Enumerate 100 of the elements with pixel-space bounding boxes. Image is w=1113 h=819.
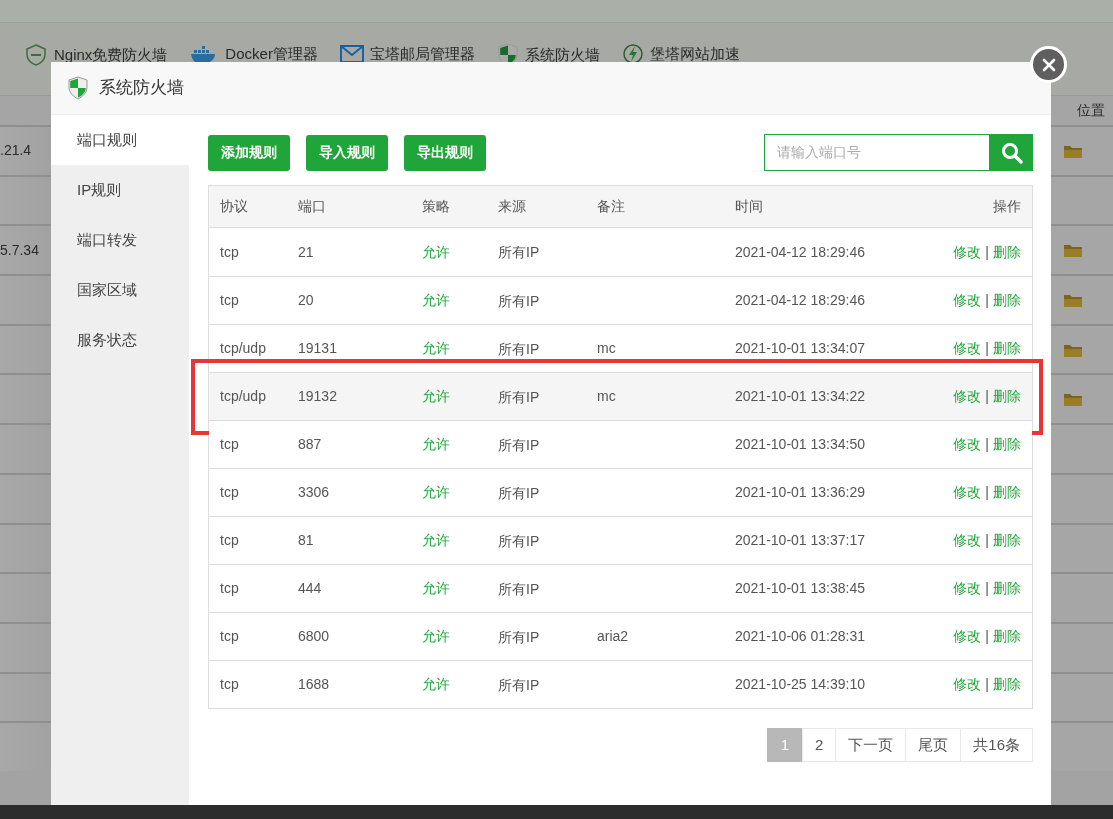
column-header: 备注 — [597, 198, 625, 214]
table-cell: tcp — [220, 676, 239, 692]
table-cell: 2021-10-25 14:39:10 — [735, 676, 865, 692]
version-text: .21.4 — [0, 141, 32, 161]
search-icon — [1000, 141, 1023, 164]
dialog-title: 系统防火墙 — [99, 77, 184, 100]
table-cell: tcp — [220, 484, 239, 500]
table-cell: 2021-10-06 01:28:31 — [735, 628, 865, 644]
delete-link[interactable]: 删除 — [993, 436, 1021, 452]
plugin-label: 宝塔邮局管理器 — [369, 44, 475, 64]
table-cell: 允许 — [422, 580, 450, 596]
table-cell: 2021-10-01 13:34:50 — [735, 436, 865, 452]
table-cell: 所有IP — [498, 244, 540, 260]
shield-icon — [67, 76, 89, 100]
delete-link[interactable]: 删除 — [993, 676, 1021, 692]
separator-text: | — [985, 436, 989, 452]
separator-text: | — [985, 340, 989, 356]
delete-link[interactable]: 删除 — [993, 340, 1021, 356]
separator-text: | — [985, 484, 989, 500]
page-link[interactable]: 下一页 — [835, 728, 907, 762]
table-cell: mc — [597, 388, 616, 404]
separator-text: | — [985, 628, 989, 644]
table-cell: 所有IP — [498, 389, 540, 405]
edit-link[interactable]: 修改 — [953, 243, 982, 260]
table-cell: 2021-04-12 18:29:46 — [735, 292, 865, 308]
separator-text: | — [985, 388, 989, 404]
edit-link[interactable]: 修改 — [953, 436, 982, 452]
folder-icon — [1063, 391, 1083, 408]
table-cell: 所有IP — [498, 677, 540, 693]
column-header: 端口 — [298, 198, 326, 214]
table-cell: 所有IP — [498, 629, 540, 645]
waf-shield-icon — [24, 43, 48, 67]
table-cell: 81 — [298, 532, 314, 548]
table-cell: 允许 — [422, 676, 450, 692]
edit-link[interactable]: 修改 — [953, 580, 982, 596]
delete-link[interactable]: 删除 — [993, 388, 1021, 404]
table-cell: 2021-10-01 13:34:07 — [735, 340, 865, 356]
table-cell: 允许 — [422, 243, 450, 260]
table-cell: 所有IP — [498, 293, 540, 309]
sidebar-tab[interactable]: IP规则 — [51, 165, 189, 215]
edit-link[interactable]: 修改 — [953, 628, 982, 644]
table-cell: 所有IP — [498, 581, 540, 597]
plugin-label: 系统防火墙 — [524, 44, 600, 65]
table-cell: 允许 — [422, 484, 450, 500]
sidebar-tab[interactable]: 端口转发 — [51, 215, 189, 265]
separator-text: | — [985, 243, 989, 260]
separator-text: | — [985, 580, 989, 596]
column-header: 协议 — [220, 198, 248, 214]
separator-text: | — [985, 676, 989, 692]
sidebar-tab[interactable]: 服务状态 — [51, 315, 189, 365]
delete-link[interactable]: 删除 — [993, 580, 1021, 596]
table-cell: tcp — [220, 292, 239, 308]
search-field[interactable]: 请输入端口号 — [764, 134, 990, 171]
table-cell: 所有IP — [498, 485, 540, 501]
sidebar-tab[interactable]: 国家区域 — [51, 265, 189, 315]
delete-link[interactable]: 删除 — [993, 292, 1021, 308]
table-cell: tcp — [220, 628, 239, 644]
delete-link[interactable]: 删除 — [993, 484, 1021, 500]
table-cell: 所有IP — [498, 341, 540, 357]
page-link[interactable]: 尾页 — [905, 728, 962, 762]
delete-link[interactable]: 删除 — [993, 532, 1021, 548]
table-cell: 6800 — [298, 628, 330, 644]
search-button[interactable] — [990, 134, 1033, 171]
table-cell: 允许 — [422, 388, 450, 404]
edit-link[interactable]: 修改 — [953, 676, 982, 692]
edit-link[interactable]: 修改 — [953, 532, 982, 548]
table-cell: 2021-04-12 18:29:46 — [735, 243, 865, 260]
action-button[interactable]: 导出规则 — [404, 134, 486, 171]
table-cell: 所有IP — [498, 533, 540, 549]
action-button[interactable]: 添加规则 — [208, 134, 290, 171]
sidebar-tab[interactable]: 端口规则 — [51, 115, 189, 165]
close-icon — [1041, 57, 1056, 72]
column-header: 来源 — [498, 198, 526, 214]
table-cell: 20 — [298, 292, 314, 308]
edit-link[interactable]: 修改 — [953, 388, 982, 404]
table-cell: 允许 — [422, 292, 450, 308]
table-cell: tcp — [220, 532, 239, 548]
page-link[interactable]: 1 — [766, 728, 803, 762]
table-cell: tcp — [220, 436, 239, 452]
table-cell: 444 — [298, 580, 322, 596]
edit-link[interactable]: 修改 — [953, 484, 982, 500]
table-cell: 2021-10-01 13:34:22 — [735, 388, 865, 404]
table-cell: 允许 — [422, 340, 450, 356]
plugin-label: Nginx免费防火墙 — [54, 44, 168, 65]
delete-link[interactable]: 删除 — [993, 628, 1021, 644]
edit-link[interactable]: 修改 — [953, 292, 982, 308]
table-cell: 2021-10-01 13:38:45 — [735, 580, 865, 596]
action-button[interactable]: 导入规则 — [306, 134, 388, 171]
column-header: 时间 — [735, 198, 763, 214]
table-cell: 21 — [298, 243, 314, 260]
separator-text: | — [985, 532, 989, 548]
table-cell: tcp/udp — [220, 340, 266, 356]
table-cell: mc — [597, 340, 616, 356]
mail-icon — [339, 44, 364, 65]
column-header: 策略 — [422, 198, 450, 214]
table-cell: 19132 — [298, 388, 337, 404]
table-cell: 19131 — [298, 340, 337, 356]
total-count: 共16条 — [960, 728, 1033, 762]
delete-link[interactable]: 删除 — [993, 243, 1021, 260]
edit-link[interactable]: 修改 — [953, 340, 982, 356]
